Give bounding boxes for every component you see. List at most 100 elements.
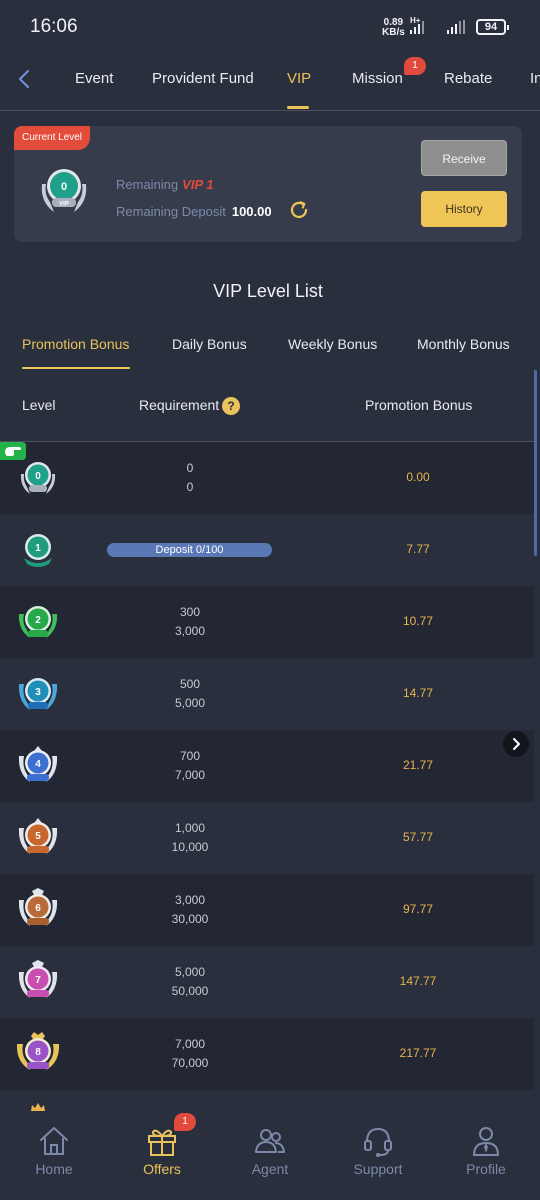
level-number: 1 — [35, 543, 41, 554]
level-number: 3 — [35, 687, 41, 698]
current-level-pointer-icon — [0, 442, 26, 460]
current-level-card: Current Level 0 VIP Remaining VIP 1 Remai… — [14, 126, 522, 242]
table-row: 5 1,000 10,000 57.77 — [0, 802, 534, 874]
signal-icon — [410, 20, 424, 34]
table-row: 8 7,000 70,000 217.77 — [0, 1018, 534, 1090]
table-scrollbar[interactable] — [534, 370, 537, 556]
offers-badge: 1 — [174, 1113, 196, 1131]
level-badge-icon: 5 — [18, 818, 58, 854]
nav-support-label: Support — [353, 1161, 403, 1177]
promotion-bonus-value: 21.77 — [402, 758, 434, 772]
current-level-tag: Current Level — [14, 126, 91, 150]
requirement-bottom: 3,000 — [174, 624, 206, 638]
nav-home[interactable]: Home — [4, 1112, 104, 1200]
level-badge-icon: 8 — [16, 1032, 60, 1070]
nav-agent[interactable]: Agent — [220, 1112, 320, 1200]
tab-promotion-bonus[interactable]: Promotion Bonus — [22, 336, 129, 352]
tab-daily-bonus[interactable]: Daily Bonus — [172, 336, 247, 352]
promotion-bonus-value: 97.77 — [402, 902, 434, 916]
requirement-bottom: 30,000 — [171, 912, 209, 926]
level-number: 0 — [35, 471, 41, 482]
home-icon — [40, 1127, 68, 1155]
tab-monthly-bonus[interactable]: Monthly Bonus — [417, 336, 510, 352]
header-level: Level — [22, 397, 56, 413]
level-badge-icon: 4 — [18, 746, 58, 782]
requirement-bottom: 0 — [186, 480, 194, 494]
status-time: 16:06 — [30, 16, 78, 37]
promotion-bonus-value: 217.77 — [399, 1046, 437, 1060]
signal-icon-secondary — [447, 20, 465, 34]
nav-agent-label: Agent — [251, 1161, 289, 1177]
level-badge-icon: 3 — [18, 678, 58, 710]
crown-icon — [31, 1103, 45, 1111]
current-level-number: 0 — [61, 181, 67, 193]
chevron-right-icon[interactable] — [503, 731, 529, 757]
table-row: 4 700 7,000 21.77 — [0, 730, 534, 802]
nav-offers-label: Offers — [143, 1161, 181, 1177]
level-number: 2 — [35, 615, 41, 626]
requirement-top: 300 — [179, 605, 201, 619]
requirement-bottom: 50,000 — [171, 984, 209, 998]
history-button[interactable]: History — [421, 191, 507, 227]
tab-rebate[interactable]: Rebate — [444, 70, 492, 87]
vip-table-header: Level Requirement ? Promotion Bonus — [0, 370, 534, 442]
table-row: 6 3,000 30,000 97.77 — [0, 874, 534, 946]
promotion-bonus-value: 14.77 — [402, 686, 434, 700]
receive-button[interactable]: Receive — [421, 140, 507, 176]
agent-icon — [255, 1129, 285, 1153]
nav-support[interactable]: Support — [328, 1112, 428, 1200]
mission-badge: 1 — [404, 57, 426, 75]
tab-provident-fund[interactable]: Provident Fund — [152, 70, 254, 87]
requirement-bottom: 7,000 — [174, 768, 206, 782]
refresh-icon[interactable] — [288, 199, 310, 221]
promotion-bonus-value: 147.77 — [399, 974, 437, 988]
requirement-top: 500 — [179, 677, 201, 691]
promotion-bonus-value: 57.77 — [402, 830, 434, 844]
deposit-progress-bar: Deposit 0/100 — [107, 543, 272, 557]
requirement-top: 3,000 — [174, 893, 206, 907]
table-row: 1 Deposit 0/100 7.77 — [0, 514, 534, 586]
level-badge-icon: 1 — [24, 534, 52, 567]
table-row: 2 300 3,000 10.77 — [0, 586, 534, 658]
header-promotion-bonus: Promotion Bonus — [365, 397, 473, 413]
profile-icon — [473, 1127, 499, 1156]
requirement-bottom: 5,000 — [174, 696, 206, 710]
header-requirement: Requirement — [139, 397, 220, 413]
nav-profile[interactable]: Profile — [436, 1112, 536, 1200]
vip-level-badge-icon: 0 VIP — [41, 169, 87, 212]
requirement-top: 700 — [179, 749, 201, 763]
level-badge-icon: 2 — [18, 606, 58, 638]
level-badge-icon: 7 — [18, 960, 58, 998]
requirement-top: 5,000 — [174, 965, 206, 979]
level-number: 7 — [35, 975, 41, 986]
requirement-bottom: 70,000 — [171, 1056, 209, 1070]
level-number: 4 — [35, 759, 41, 770]
top-tabs: Event Provident Fund VIP Mission 1 Rebat… — [0, 56, 540, 111]
network-speed-unit: KB/s — [382, 27, 405, 38]
requirement-top: 1,000 — [174, 821, 206, 835]
tab-vip[interactable]: VIP — [287, 70, 311, 87]
requirement-bottom: 10,000 — [171, 840, 209, 854]
tab-weekly-bonus[interactable]: Weekly Bonus — [288, 336, 377, 352]
vip-table-body: 0 0 0 0.00 1 Deposit 0/100 7.77 2 300 3,… — [0, 442, 534, 1100]
level-number: 8 — [35, 1047, 41, 1058]
nav-offers[interactable]: Offers — [112, 1112, 212, 1200]
back-arrow-icon[interactable] — [14, 68, 36, 90]
level-badge-icon: 0 — [20, 462, 56, 494]
vip-level-list-title: VIP Level List — [213, 281, 323, 301]
table-row: 0 0 0 0.00 — [0, 442, 534, 514]
bonus-tab-indicator — [22, 367, 130, 369]
tab-event[interactable]: Event — [75, 70, 113, 87]
remaining-label: Remaining — [116, 177, 179, 192]
badge-vip-text: VIP — [59, 202, 69, 208]
active-tab-indicator — [287, 106, 309, 109]
table-row: 7 5,000 50,000 147.77 — [0, 946, 534, 1018]
tab-mission[interactable]: Mission — [352, 70, 403, 87]
level-badge-icon: 6 — [18, 888, 58, 926]
requirement-help-icon[interactable]: ? — [222, 397, 240, 415]
requirement-top: 7,000 — [174, 1037, 206, 1051]
status-bar: 16:06 0.89 KB/s H+ 94 — [0, 0, 540, 56]
next-vip-level: VIP 1 — [182, 177, 214, 192]
tab-more[interactable]: In — [530, 70, 540, 87]
remaining-deposit-row: Remaining Deposit 100.00 — [116, 204, 272, 219]
